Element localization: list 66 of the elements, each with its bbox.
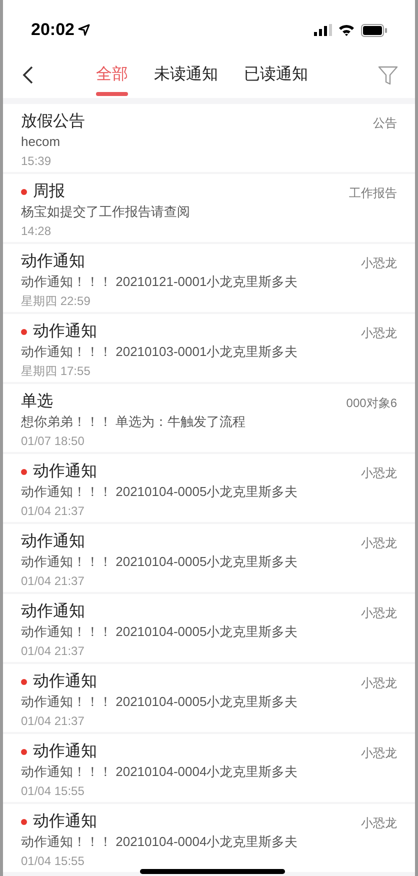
notification-time: 星期四 17:55 (21, 363, 92, 380)
notification-time: 01/04 21:37 (21, 713, 86, 730)
notification-body: 动作通知！！！ 20210104-0005小龙克里斯多夫 (21, 623, 299, 641)
notification-body: 动作通知！！！ 20210104-0004小龙克里斯多夫 (21, 763, 299, 781)
notification-title: 放假公告 (21, 112, 85, 132)
notification-body: 动作通知！！！ 20210121-0001小龙克里斯多夫 (21, 273, 299, 291)
notification-category: 000对象6 (346, 395, 397, 412)
notification-category: 小恐龙 (361, 325, 397, 342)
notification-body: hecom (21, 133, 62, 151)
notification-body: 动作通知！！！ 20210104-0005小龙克里斯多夫 (21, 483, 299, 501)
notification-category: 小恐龙 (361, 815, 397, 832)
notification-title: 动作通知 (33, 322, 97, 342)
notification-category: 小恐龙 (361, 255, 397, 272)
notification-item[interactable]: 动作通知 小恐龙 动作通知！！！ 20210104-0005小龙克里斯多夫 01/04 21:37 (3, 454, 415, 522)
notification-time: 01/04 15:55 (21, 783, 86, 800)
notification-item[interactable]: 动作通知 小恐龙 动作通知！！！ 20210103-0001小龙克里斯多夫 星期四 17:55 (3, 314, 415, 382)
notification-category: 小恐龙 (361, 605, 397, 622)
notification-category: 小恐龙 (361, 745, 397, 762)
notification-item[interactable]: 放假公告 公告 hecom 15:39 (3, 104, 415, 172)
notification-body: 动作通知！！！ 20210104-0005小龙克里斯多夫 (21, 553, 299, 571)
notification-category: 小恐龙 (361, 465, 397, 482)
notification-time: 01/04 15:55 (21, 853, 86, 870)
notification-title: 周报 (33, 182, 65, 202)
notification-item[interactable]: 周报 工作报告 杨宝如提交了工作报告请查阅 14:28 (3, 174, 415, 242)
notification-title: 动作通知 (21, 532, 85, 552)
signal-icon (314, 24, 332, 36)
notification-item[interactable]: 动作通知 小恐龙 动作通知！！！ 20210104-0004小龙克里斯多夫 01/04 15:55 (3, 804, 415, 872)
location-icon (78, 24, 90, 36)
tab-indicator (96, 92, 128, 96)
notification-category: 小恐龙 (361, 535, 397, 552)
wifi-icon (338, 24, 355, 36)
notification-time: 15:39 (21, 153, 52, 170)
notification-time: 01/04 21:37 (21, 503, 86, 520)
notification-item[interactable]: 动作通知 小恐龙 动作通知！！！ 20210104-0005小龙克里斯多夫 01/04 21:37 (3, 524, 415, 592)
notification-item[interactable]: 动作通知 小恐龙 动作通知！！！ 20210121-0001小龙克里斯多夫 星期四 22:59 (3, 244, 415, 312)
notification-time: 01/07 18:50 (21, 433, 86, 450)
notification-title: 动作通知 (21, 602, 85, 622)
notification-category: 小恐龙 (361, 675, 397, 692)
battery-icon (361, 24, 387, 36)
filter-icon (378, 65, 398, 85)
notification-item[interactable]: 动作通知 小恐龙 动作通知！！！ 20210104-0005小龙克里斯多夫 01/04 21:37 (3, 664, 415, 732)
notification-time: 星期四 22:59 (21, 293, 92, 310)
notification-time: 01/04 21:37 (21, 643, 86, 660)
notification-item[interactable]: 单选 000对象6 想你弟弟！！！ 单选为：牛触发了流程 01/07 18:50 (3, 384, 415, 452)
notification-body: 动作通知！！！ 20210104-0004小龙克里斯多夫 (21, 833, 299, 851)
notification-body: 动作通知！！！ 20210103-0001小龙克里斯多夫 (21, 343, 299, 361)
back-icon (22, 65, 34, 85)
tab[interactable]: 已读通知 (244, 52, 308, 98)
notification-category: 工作报告 (349, 185, 397, 202)
notification-time: 01/04 21:37 (21, 573, 86, 590)
notification-time: 14:28 (21, 223, 52, 240)
tab[interactable]: 未读通知 (154, 52, 218, 98)
notification-item[interactable]: 动作通知 小恐龙 动作通知！！！ 20210104-0005小龙克里斯多夫 01/04 21:37 (3, 594, 415, 662)
notification-title: 单选 (21, 392, 53, 412)
notification-body: 动作通知！！！ 20210104-0005小龙克里斯多夫 (21, 693, 299, 711)
notification-body: 杨宝如提交了工作报告请查阅 (21, 203, 191, 221)
notification-category: 公告 (373, 115, 397, 132)
status-time: 20:02 (31, 19, 74, 42)
notification-title: 动作通知 (33, 462, 97, 482)
notification-title: 动作通知 (21, 252, 85, 272)
tab[interactable]: 全部 (96, 52, 128, 98)
notification-item[interactable]: 动作通知 小恐龙 动作通知！！！ 20210104-0004小龙克里斯多夫 01/04 15:55 (3, 734, 415, 802)
notification-title: 动作通知 (33, 742, 97, 762)
notification-body: 想你弟弟！！！ 单选为：牛触发了流程 (21, 413, 247, 431)
notification-title: 动作通知 (33, 672, 97, 692)
notification-title: 动作通知 (33, 812, 97, 832)
